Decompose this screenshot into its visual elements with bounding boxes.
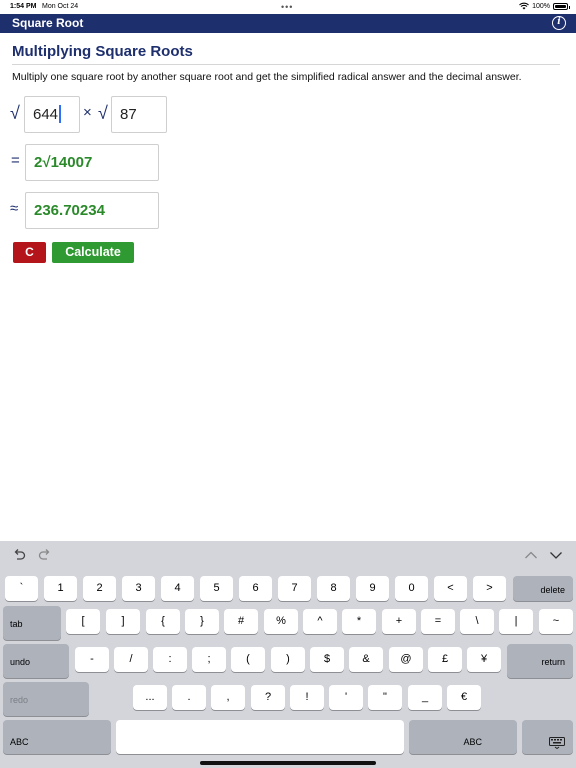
wifi-icon — [519, 2, 529, 10]
delete-key[interactable]: delete — [513, 576, 573, 601]
key-slash[interactable]: / — [114, 647, 148, 672]
key-at[interactable]: @ — [389, 647, 423, 672]
page-title: Multiplying Square Roots — [12, 43, 193, 60]
key-8[interactable]: 8 — [317, 576, 350, 601]
decimal-result-value: 236.70234 — [34, 202, 105, 219]
key-4[interactable]: 4 — [161, 576, 194, 601]
key-less-than[interactable]: < — [434, 576, 467, 601]
undo-key[interactable]: undo — [3, 644, 69, 678]
status-right: 100% — [519, 2, 570, 10]
title-divider — [12, 64, 560, 65]
clear-button[interactable]: C — [13, 242, 46, 263]
abc-key-right[interactable]: ABC — [409, 720, 517, 754]
abc-key-left[interactable]: ABC — [3, 720, 111, 754]
key-exclamation[interactable]: ! — [290, 685, 324, 710]
key-asterisk[interactable]: * — [342, 609, 376, 634]
return-key[interactable]: return — [507, 644, 573, 678]
key-ampersand[interactable]: & — [349, 647, 383, 672]
key-open-paren[interactable]: ( — [231, 647, 265, 672]
multiply-symbol: × — [83, 104, 92, 121]
tab-key[interactable]: tab — [3, 606, 61, 640]
key-semicolon[interactable]: ; — [192, 647, 226, 672]
sqrt-symbol-a: √ — [10, 103, 20, 123]
approx-symbol: ≈ — [10, 200, 19, 217]
nav-bar: Square Root i — [0, 14, 576, 33]
radicand-b-value: 87 — [120, 106, 137, 123]
simplified-result-value: 2√14007 — [34, 154, 93, 171]
key-hash[interactable]: # — [224, 609, 258, 634]
radicand-b-input[interactable]: 87 — [111, 96, 167, 133]
key-underscore[interactable]: _ — [408, 685, 442, 710]
text-caret — [59, 104, 61, 123]
key-9[interactable]: 9 — [356, 576, 389, 601]
key-percent[interactable]: % — [264, 609, 298, 634]
sqrt-symbol-b: √ — [98, 103, 108, 123]
key-1[interactable]: 1 — [44, 576, 77, 601]
multitasking-dots-icon[interactable]: ••• — [281, 2, 293, 12]
home-indicator[interactable] — [200, 761, 376, 765]
undo-arrow-icon[interactable] — [12, 548, 26, 562]
key-close-brace[interactable]: } — [185, 609, 219, 634]
simplified-result-field[interactable]: 2√14007 — [25, 144, 159, 181]
key-2[interactable]: 2 — [83, 576, 116, 601]
key-close-bracket[interactable]: ] — [106, 609, 140, 634]
battery-percent: 100% — [532, 2, 550, 10]
battery-icon — [553, 2, 570, 10]
key-apostrophe[interactable]: ' — [329, 685, 363, 710]
key-equals[interactable]: = — [421, 609, 455, 634]
key-backtick[interactable]: ` — [5, 576, 38, 601]
key-open-brace[interactable]: { — [146, 609, 180, 634]
key-question[interactable]: ? — [251, 685, 285, 710]
key-backslash[interactable]: \ — [460, 609, 494, 634]
nav-title: Square Root — [12, 16, 84, 30]
info-icon[interactable]: i — [552, 16, 566, 30]
key-ellipsis[interactable]: ... — [133, 685, 167, 710]
key-hyphen[interactable]: - — [75, 647, 109, 672]
key-close-paren[interactable]: ) — [271, 647, 305, 672]
key-caret[interactable]: ^ — [303, 609, 337, 634]
key-plus[interactable]: + — [382, 609, 416, 634]
status-date: Mon Oct 24 — [42, 3, 79, 10]
key-6[interactable]: 6 — [239, 576, 272, 601]
on-screen-keyboard: ` 1 2 3 4 5 6 7 8 9 0 < > delete tab [ ]… — [0, 541, 576, 768]
keyboard-toolbar — [0, 541, 576, 571]
radicand-a-input[interactable]: 644 — [24, 96, 80, 133]
redo-key[interactable]: redo — [3, 682, 89, 716]
app-root: 1:54 PM Mon Oct 24 ••• 100% Square Root … — [0, 0, 576, 768]
key-pound[interactable]: £ — [428, 647, 462, 672]
key-quote[interactable]: " — [368, 685, 402, 710]
key-dollar[interactable]: $ — [310, 647, 344, 672]
key-yen[interactable]: ¥ — [467, 647, 501, 672]
key-colon[interactable]: : — [153, 647, 187, 672]
key-comma[interactable]: , — [211, 685, 245, 710]
description-text: Multiply one square root by another squa… — [12, 71, 522, 83]
radicand-a-value: 644 — [33, 106, 59, 123]
keyboard-hide-icon — [549, 737, 565, 749]
key-tilde[interactable]: ~ — [539, 609, 573, 634]
status-time: 1:54 PM — [10, 3, 37, 10]
key-5[interactable]: 5 — [200, 576, 233, 601]
key-3[interactable]: 3 — [122, 576, 155, 601]
keyboard-hide-key[interactable] — [522, 720, 573, 754]
key-greater-than[interactable]: > — [473, 576, 506, 601]
equals-symbol: = — [11, 152, 20, 169]
calculate-button[interactable]: Calculate — [52, 242, 134, 263]
key-period[interactable]: . — [172, 685, 206, 710]
key-pipe[interactable]: | — [499, 609, 533, 634]
chevron-down-icon[interactable] — [549, 548, 563, 562]
status-bar: 1:54 PM Mon Oct 24 ••• 100% — [0, 0, 576, 14]
space-bar[interactable] — [116, 720, 404, 754]
key-open-bracket[interactable]: [ — [66, 609, 100, 634]
key-euro[interactable]: € — [447, 685, 481, 710]
decimal-result-field[interactable]: 236.70234 — [25, 192, 159, 229]
key-0[interactable]: 0 — [395, 576, 428, 601]
chevron-up-icon[interactable] — [524, 548, 538, 562]
redo-arrow-icon[interactable] — [38, 548, 52, 562]
key-7[interactable]: 7 — [278, 576, 311, 601]
